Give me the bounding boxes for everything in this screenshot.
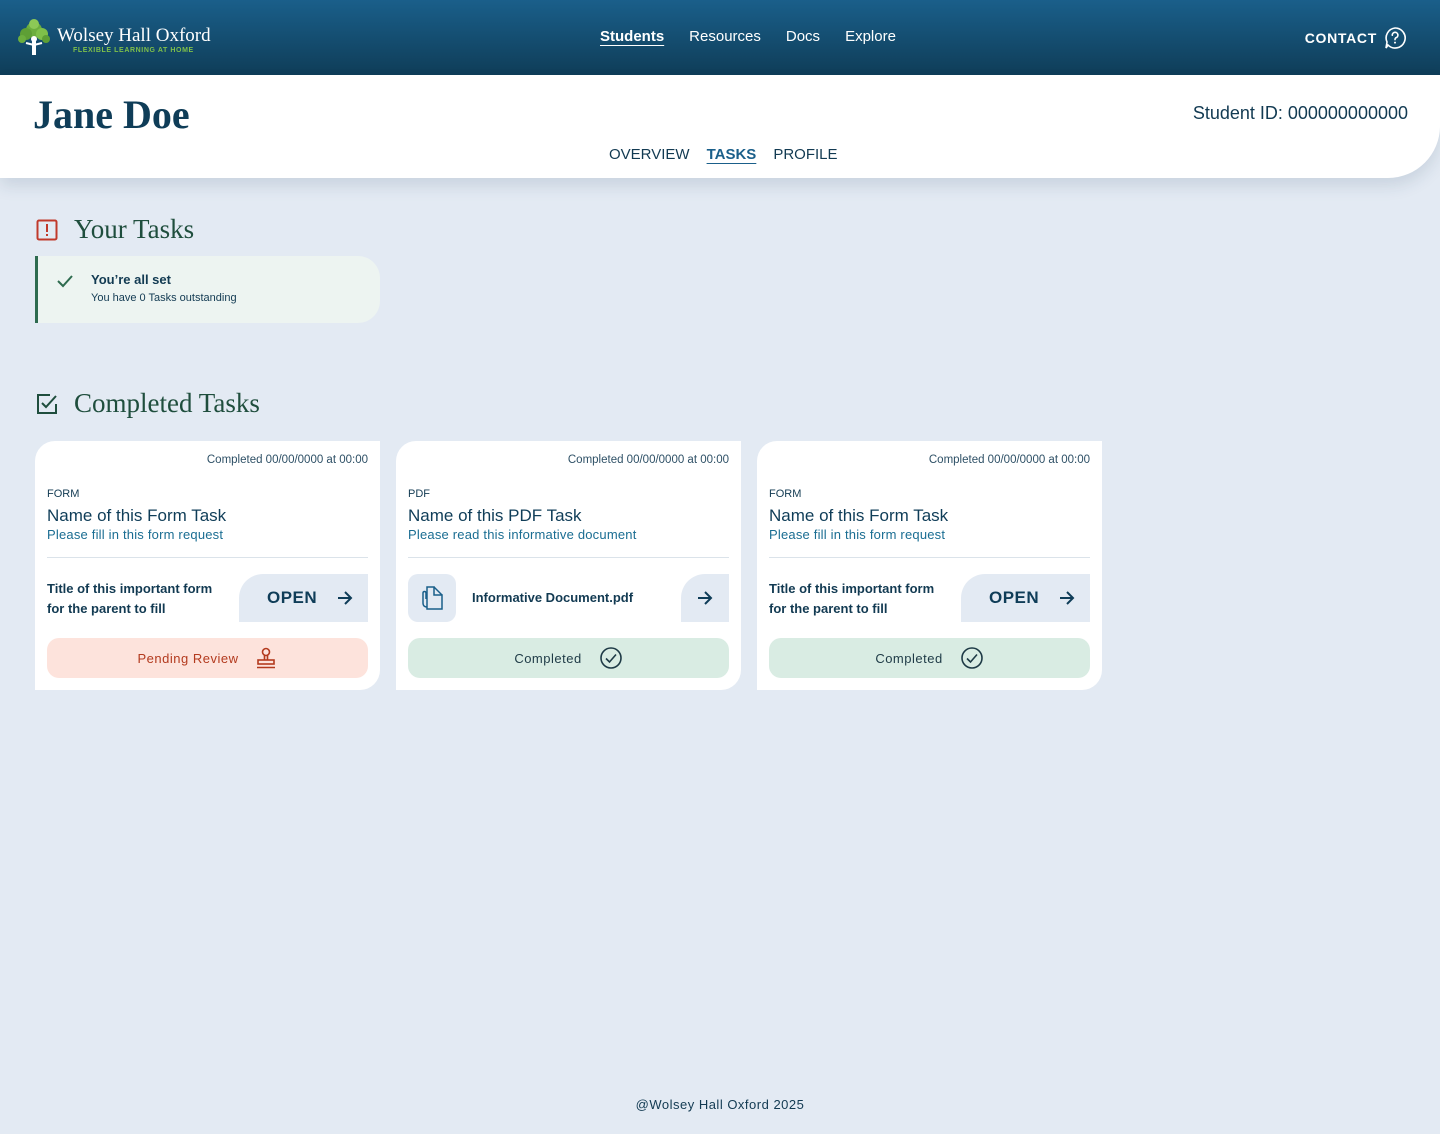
profile-header: Jane Doe Student ID: 000000000000 OVERVI… (0, 75, 1440, 178)
arrow-right-icon (698, 591, 713, 605)
task-type: FORM (769, 488, 802, 500)
stamp-icon (257, 647, 276, 669)
task-title: Name of this PDF Task (408, 506, 582, 525)
status-label: Completed (875, 650, 943, 666)
document-name[interactable]: Informative Document.pdf (472, 590, 633, 605)
tree-logo-icon (18, 19, 50, 55)
footer-copyright: @Wolsey Hall Oxford 2025 (635, 1097, 805, 1112)
tab-overview[interactable]: OVERVIEW (609, 146, 690, 163)
card-divider (47, 557, 368, 558)
nav-students[interactable]: Students (600, 28, 664, 45)
completed-timestamp: Completed 00/00/0000 at 00:00 (206, 454, 368, 466)
brand-name: Wolsey Hall Oxford (57, 25, 211, 46)
status-badge: Completed (408, 638, 729, 678)
contact-label: CONTACT (1304, 30, 1377, 46)
task-title: Name of this Form Task (769, 506, 949, 525)
alert-square-icon (36, 219, 58, 240)
task-card: Completed 00/00/0000 at 00:00 PDF Name o… (396, 441, 741, 690)
completed-timestamp: Completed 00/00/0000 at 00:00 (567, 454, 729, 466)
your-tasks-heading: Your Tasks (36, 214, 194, 245)
arrow-right-icon (338, 591, 353, 605)
check-icon (57, 275, 73, 288)
task-title: Name of this Form Task (47, 506, 227, 525)
completed-timestamp: Completed 00/00/0000 at 00:00 (928, 454, 1090, 466)
your-tasks-title: Your Tasks (74, 214, 195, 244)
student-id: Student ID: 000000000000 (1192, 103, 1408, 123)
open-label: OPEN (989, 588, 1040, 607)
task-subtitle: Please read this informative document (408, 527, 637, 542)
status-badge: Pending Review (47, 638, 368, 678)
status-badge: Completed (769, 638, 1090, 678)
open-form-button[interactable]: OPEN (239, 574, 368, 622)
card-divider (408, 557, 729, 558)
brand-tagline: FLEXIBLE LEARNING AT HOME (73, 47, 194, 54)
open-label: OPEN (267, 588, 318, 607)
open-document-button[interactable] (681, 574, 729, 622)
task-type: FORM (47, 488, 80, 500)
profile-tabs: OVERVIEW TASKS PROFILE (609, 146, 838, 163)
form-title: Title of this important form for the par… (47, 581, 213, 616)
task-card: Completed 00/00/0000 at 00:00 FORM Name … (757, 441, 1102, 690)
open-form-button[interactable]: OPEN (961, 574, 1090, 622)
all-set-title: You’re all set (91, 272, 171, 287)
tab-tasks[interactable]: TASKS (707, 146, 757, 163)
task-subtitle: Please fill in this form request (769, 527, 946, 542)
task-type: PDF (408, 488, 430, 500)
status-label: Completed (514, 650, 582, 666)
tab-profile[interactable]: PROFILE (773, 146, 837, 163)
brand-logo[interactable]: Wolsey Hall Oxford FLEXIBLE LEARNING AT … (16, 19, 216, 59)
top-nav-bar: Wolsey Hall Oxford FLEXIBLE LEARNING AT … (0, 0, 1440, 75)
help-bubble-icon (1385, 27, 1406, 49)
nav-resources[interactable]: Resources (689, 28, 761, 45)
nav-docs[interactable]: Docs (786, 28, 820, 45)
all-set-subtitle: You have 0 Tasks outstanding (91, 292, 237, 304)
arrow-right-icon (1060, 591, 1075, 605)
task-card: Completed 00/00/0000 at 00:00 FORM Name … (35, 441, 380, 690)
form-title: Title of this important form for the par… (769, 581, 935, 616)
completed-tasks-heading: Completed Tasks (36, 388, 260, 419)
task-subtitle: Please fill in this form request (47, 527, 224, 542)
check-circle-icon (599, 647, 622, 669)
nav-explore[interactable]: Explore (845, 28, 896, 45)
status-label: Pending Review (137, 650, 239, 666)
completed-tasks-title: Completed Tasks (74, 388, 260, 418)
document-icon (408, 574, 456, 622)
main-nav: Students Resources Docs Explore (600, 28, 896, 45)
all-set-notice: You’re all set You have 0 Tasks outstand… (35, 256, 380, 323)
card-divider (769, 557, 1090, 558)
contact-button[interactable]: CONTACT (1305, 26, 1407, 50)
check-circle-icon (960, 647, 983, 669)
checkbox-icon (37, 393, 57, 414)
student-name: Jane Doe (33, 92, 190, 137)
